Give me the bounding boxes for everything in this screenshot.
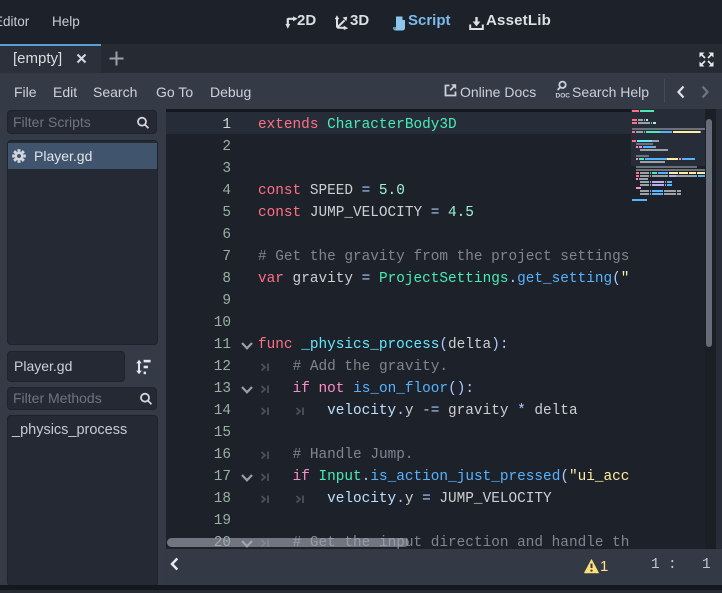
svg-text:DOC: DOC — [556, 93, 571, 100]
